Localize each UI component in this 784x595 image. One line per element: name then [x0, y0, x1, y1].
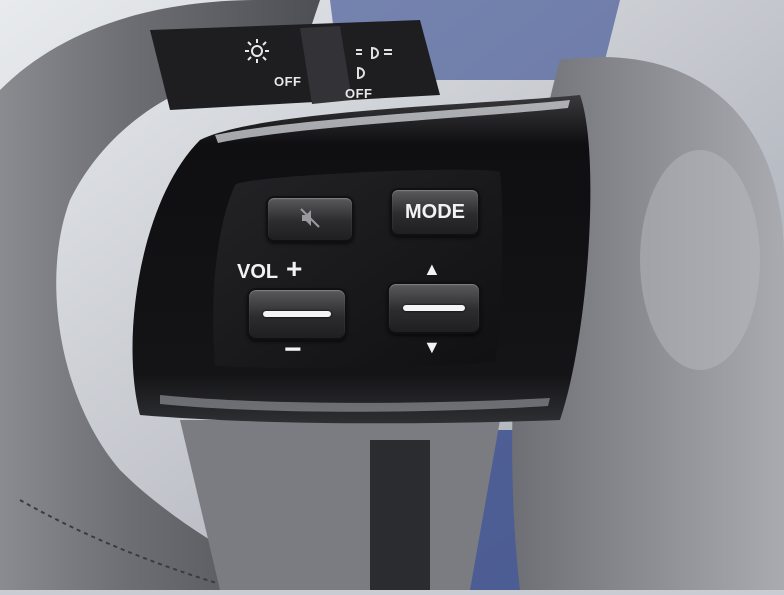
photo-scene: OFF OFF MODE VOL + − ▲ ▼ [0, 0, 784, 591]
volume-rocker[interactable] [247, 288, 347, 340]
mute-speaker-icon [300, 208, 320, 228]
stalk-off-label-right: OFF [345, 86, 373, 101]
stalk-off-label-left: OFF [274, 74, 302, 89]
pedal-area [370, 440, 430, 590]
seek-up-arrow-icon: ▲ [423, 259, 441, 279]
seek-rocker-bar [403, 305, 465, 311]
seek-rocker[interactable] [387, 282, 481, 334]
lower-spoke [180, 420, 500, 590]
mute-button[interactable] [266, 196, 354, 242]
seek-down-arrow-icon: ▼ [423, 337, 441, 357]
mode-button[interactable]: MODE [390, 188, 480, 236]
vol-label: VOL [237, 261, 279, 283]
mode-button-label: MODE [405, 201, 465, 223]
headlight-sun-icon [244, 38, 270, 64]
vol-plus-label: + [286, 253, 303, 284]
fog-light-icon [352, 46, 402, 82]
volume-rocker-bar [263, 311, 331, 317]
hub-highlight [640, 150, 760, 370]
